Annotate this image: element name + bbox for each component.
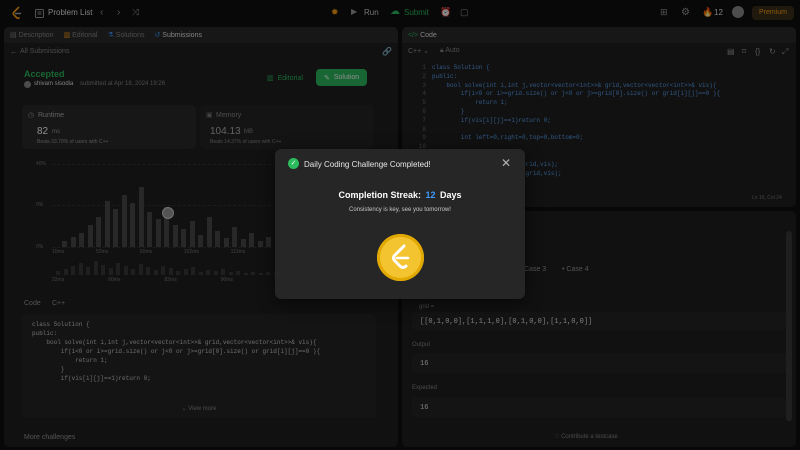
- modal-title: Daily Coding Challenge Completed!: [304, 160, 431, 169]
- daily-coin-badge-icon: [377, 234, 424, 281]
- streak-line: Completion Streak: 12 Days: [275, 190, 525, 200]
- modal-subtitle: Consistency is key, see you tomorrow!: [349, 207, 451, 213]
- close-icon[interactable]: ✕: [501, 156, 511, 170]
- challenge-completed-modal: ✓ Daily Coding Challenge Completed! ✕ Co…: [275, 149, 525, 299]
- streak-label: Completion Streak:: [338, 190, 421, 200]
- check-circle-icon: ✓: [288, 158, 299, 169]
- streak-number: 12: [425, 190, 436, 200]
- streak-unit: Days: [440, 190, 462, 200]
